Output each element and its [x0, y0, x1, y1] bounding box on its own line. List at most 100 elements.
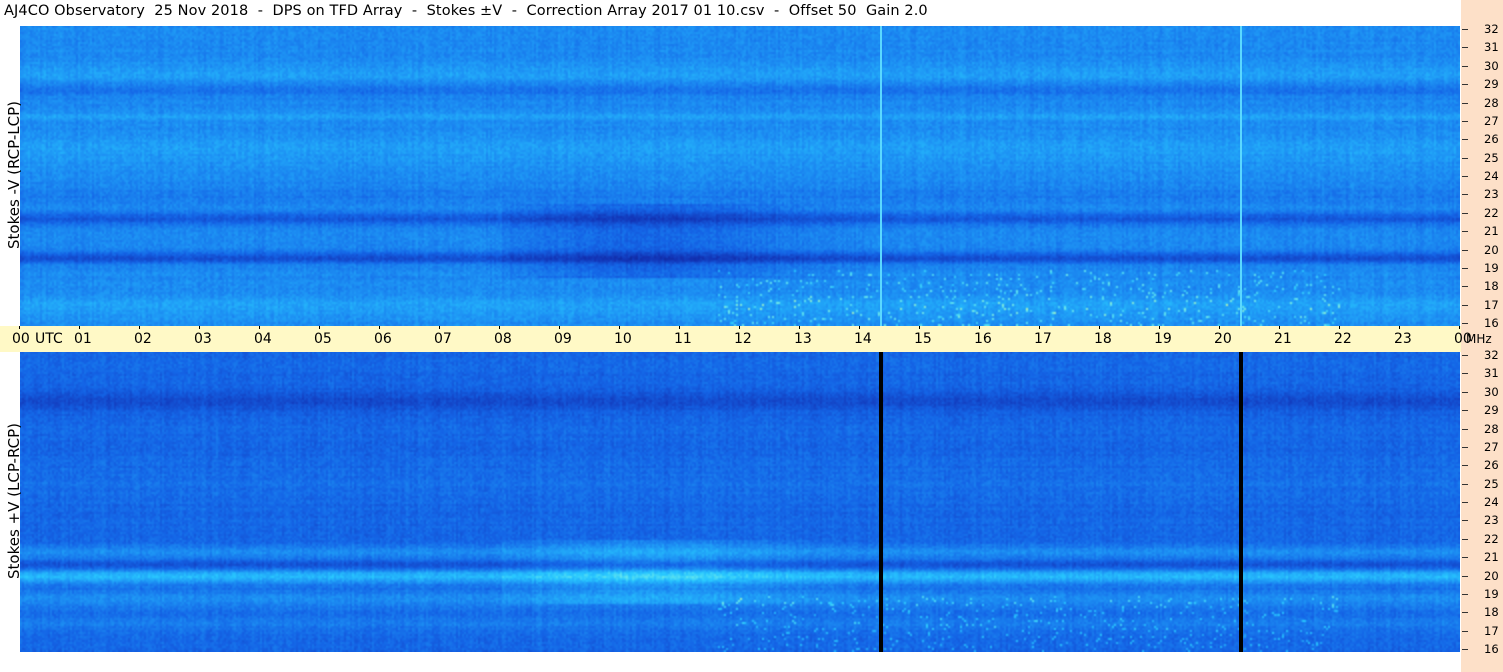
- time-tick: [1159, 326, 1160, 329]
- time-axis-bar: 00 01 02 03 04 05 06 07 08 09 10 11 12 13 14 15 16 17 18 19…: [0, 326, 1492, 352]
- time-tick-label: 23: [1394, 331, 1412, 347]
- time-tick: [559, 326, 560, 329]
- ylabel-top: Stokes -V (RCP-LCP): [5, 101, 23, 249]
- freq-tick-label: 18: [1484, 605, 1499, 619]
- ylabel-bottom: Stokes +V (LCP-RCP): [5, 423, 23, 579]
- time-tick-label: 11: [674, 331, 692, 347]
- time-tick-label: 15: [914, 331, 932, 347]
- spectrogram-top: [20, 26, 1460, 326]
- freq-tick: [1462, 268, 1468, 269]
- time-tick-label: 21: [1274, 331, 1292, 347]
- freq-tick: [1462, 355, 1468, 356]
- time-tick-label: 04: [254, 331, 272, 347]
- mhz-unit-label: MHz: [1466, 332, 1492, 346]
- freq-tick: [1462, 305, 1468, 306]
- freq-tick-label: 26: [1484, 132, 1499, 146]
- time-tick: [739, 326, 740, 329]
- time-tick-label: 10: [614, 331, 632, 347]
- freq-tick-label: 25: [1484, 151, 1499, 165]
- freq-tick-label: 28: [1484, 96, 1499, 110]
- freq-tick-label: 31: [1484, 40, 1499, 54]
- time-tick: [379, 326, 380, 329]
- freq-tick: [1462, 323, 1468, 324]
- time-tick: [919, 326, 920, 329]
- freq-tick: [1462, 139, 1468, 140]
- time-tick-label: 16: [974, 331, 992, 347]
- freq-tick: [1462, 176, 1468, 177]
- freq-tick-label: 26: [1484, 458, 1499, 472]
- freq-tick: [1462, 194, 1468, 195]
- freq-tick: [1462, 392, 1468, 393]
- freq-tick-label: 23: [1484, 513, 1499, 527]
- time-tick: [19, 326, 20, 329]
- freq-tick: [1462, 631, 1468, 632]
- freq-tick-label: 20: [1484, 243, 1499, 257]
- time-tick: [1279, 326, 1280, 329]
- time-tick: [1459, 326, 1460, 329]
- time-tick: [319, 326, 320, 329]
- time-tick-label: 18: [1094, 331, 1112, 347]
- freq-tick-label: 24: [1484, 495, 1499, 509]
- freq-tick-label: 31: [1484, 366, 1499, 380]
- freq-tick-label: 32: [1484, 22, 1499, 36]
- utc-unit-label: UTC: [35, 331, 63, 347]
- time-tick: [1399, 326, 1400, 329]
- time-tick-label: 09: [554, 331, 572, 347]
- time-tick-label: 01: [74, 331, 92, 347]
- page-title: AJ4CO Observatory 25 Nov 2018 - DPS on T…: [4, 3, 928, 19]
- freq-tick-label: 21: [1484, 550, 1499, 564]
- time-tick: [199, 326, 200, 329]
- time-tick-label: 02: [134, 331, 152, 347]
- time-tick: [1039, 326, 1040, 329]
- freq-tick-label: 32: [1484, 348, 1499, 362]
- freq-tick: [1462, 84, 1468, 85]
- freq-tick-label: 23: [1484, 187, 1499, 201]
- freq-tick: [1462, 429, 1468, 430]
- freq-tick: [1462, 373, 1468, 374]
- time-tick: [979, 326, 980, 329]
- freq-tick: [1462, 539, 1468, 540]
- time-tick: [79, 326, 80, 329]
- time-tick: [259, 326, 260, 329]
- time-tick-label: 07: [434, 331, 452, 347]
- freq-tick-label: 27: [1484, 440, 1499, 454]
- freq-tick: [1462, 612, 1468, 613]
- freq-tick-label: 17: [1484, 624, 1499, 638]
- time-tick-label: 00: [12, 331, 30, 347]
- time-tick: [139, 326, 140, 329]
- freq-tick-label: 24: [1484, 169, 1499, 183]
- freq-tick: [1462, 502, 1468, 503]
- time-tick-label: 05: [314, 331, 332, 347]
- freq-tick-label: 19: [1484, 261, 1499, 275]
- time-tick-label: 12: [734, 331, 752, 347]
- time-tick-label: 20: [1214, 331, 1232, 347]
- freq-tick: [1462, 250, 1468, 251]
- time-tick: [859, 326, 860, 329]
- time-tick: [439, 326, 440, 329]
- freq-tick: [1462, 213, 1468, 214]
- time-tick-label: 17: [1034, 331, 1052, 347]
- time-tick-label: 08: [494, 331, 512, 347]
- time-tick-label: 03: [194, 331, 212, 347]
- time-tick: [1339, 326, 1340, 329]
- freq-tick-label: 16: [1484, 642, 1499, 656]
- freq-tick-label: 22: [1484, 206, 1499, 220]
- time-tick: [679, 326, 680, 329]
- time-tick: [799, 326, 800, 329]
- freq-tick: [1462, 484, 1468, 485]
- freq-tick-label: 22: [1484, 532, 1499, 546]
- freq-tick: [1462, 594, 1468, 595]
- freq-tick-label: 30: [1484, 385, 1499, 399]
- freq-tick: [1462, 29, 1468, 30]
- freq-tick: [1462, 465, 1468, 466]
- freq-tick-label: 18: [1484, 279, 1499, 293]
- freq-tick: [1462, 410, 1468, 411]
- freq-tick-label: 29: [1484, 403, 1499, 417]
- freq-tick-label: 19: [1484, 587, 1499, 601]
- freq-tick-label: 30: [1484, 59, 1499, 73]
- freq-tick-label: 29: [1484, 77, 1499, 91]
- freq-tick: [1462, 158, 1468, 159]
- time-tick-label: 22: [1334, 331, 1352, 347]
- freq-tick: [1462, 66, 1468, 67]
- freq-tick-label: 17: [1484, 298, 1499, 312]
